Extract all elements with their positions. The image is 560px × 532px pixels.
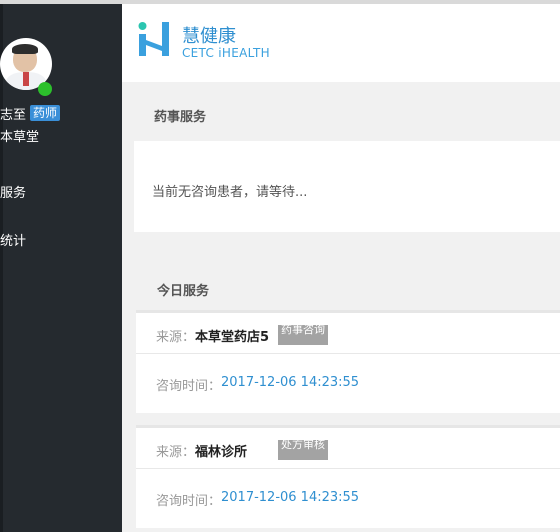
service-type-badge: 处方审核 — [278, 440, 328, 460]
source-value: 福林诊所 — [195, 445, 248, 460]
sidebar-edge — [0, 4, 3, 532]
service-card-header: 来源： 福林诊所 处方审核 — [136, 428, 560, 469]
today-service-title: 今日服务 — [157, 284, 210, 299]
user-store: 本草堂 — [0, 130, 40, 145]
source-label: 来源： — [156, 445, 196, 460]
source-value: 本草堂药店5 — [195, 330, 270, 345]
time-value: 2017-12-06 14:23:55 — [221, 490, 360, 505]
nav-item-stats[interactable]: 统计 — [0, 230, 26, 249]
brand-name: 慧健康 — [182, 26, 236, 47]
role-badge: 药师 — [30, 105, 61, 121]
waiting-card: 当前无咨询患者，请等待... — [134, 141, 560, 232]
source-label: 来源： — [156, 330, 196, 345]
time-value: 2017-12-06 14:23:55 — [221, 375, 360, 390]
sidebar: 志至 药师 本草堂 服务 统计 — [0, 4, 122, 532]
avatar-tie — [23, 72, 29, 86]
brand-subtitle: CETC iHEALTH — [182, 46, 270, 60]
service-card-header: 来源： 本草堂药店5 药事咨询 — [136, 313, 560, 354]
service-card[interactable]: 来源： 福林诊所 处方审核 咨询时间： 2017-12-06 14:23:55 — [136, 425, 560, 528]
online-status-icon — [38, 82, 52, 96]
user-name-row: 志至 药师 — [0, 104, 61, 123]
user-name: 志至 — [0, 107, 27, 123]
avatar-hair — [12, 44, 38, 54]
time-label: 咨询时间： — [156, 494, 222, 509]
brand-logo-icon[interactable] — [137, 20, 171, 58]
nav-item-service[interactable]: 服务 — [0, 182, 26, 201]
service-type-badge: 药事咨询 — [278, 325, 328, 345]
service-card[interactable]: 来源： 本草堂药店5 药事咨询 咨询时间： 2017-12-06 14:23:5… — [136, 310, 560, 413]
app-header: 慧健康 CETC iHEALTH — [122, 4, 560, 82]
time-label: 咨询时间： — [156, 379, 222, 394]
pharmacy-service-title: 药事服务 — [154, 110, 207, 125]
waiting-message: 当前无咨询患者，请等待... — [152, 185, 308, 200]
